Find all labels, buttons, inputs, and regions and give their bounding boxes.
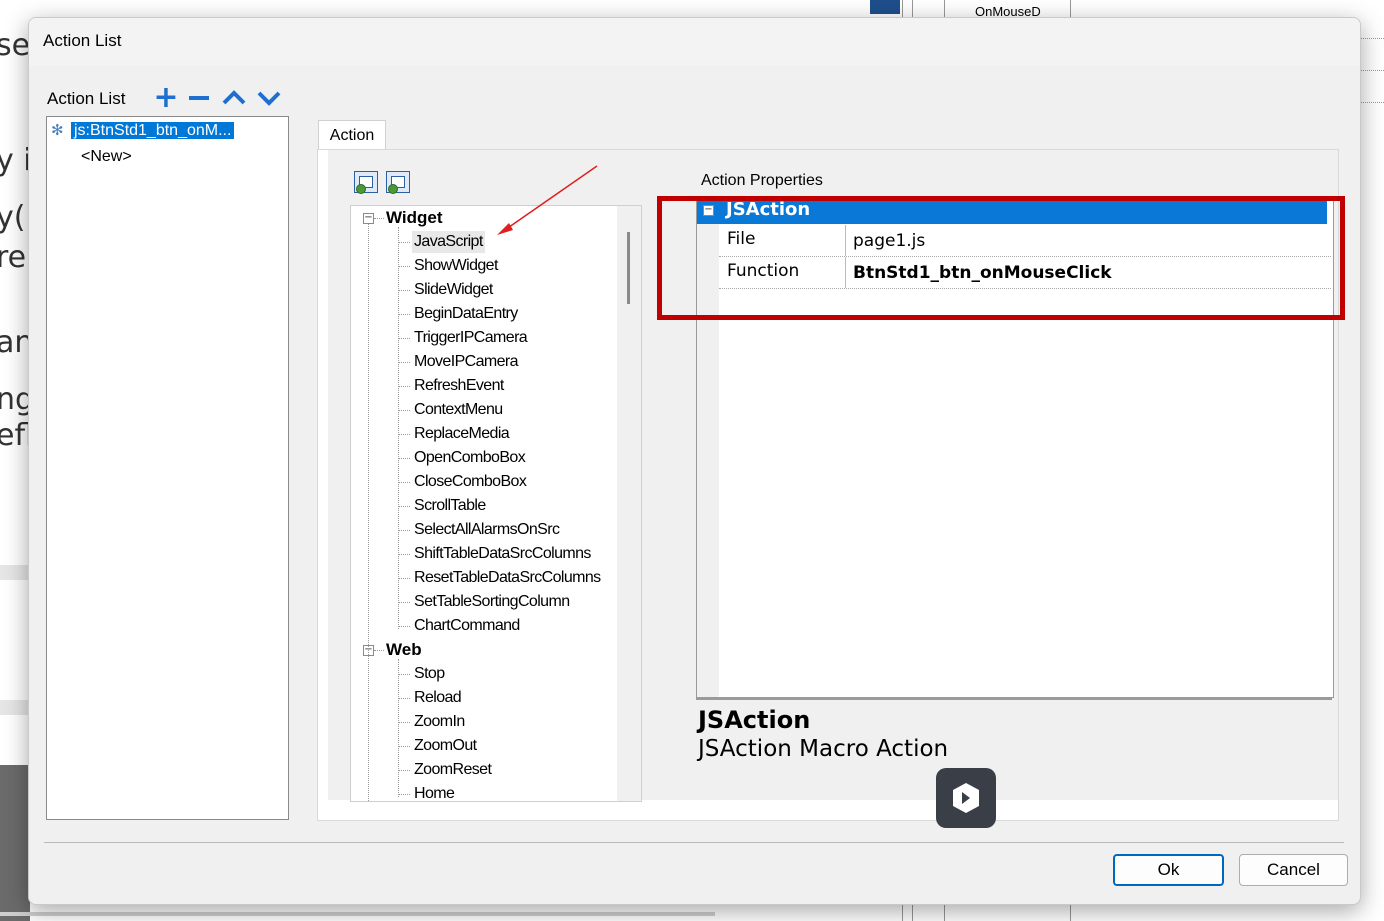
tree-connector [398, 530, 410, 531]
tree-connector [374, 650, 384, 651]
tree-connector [398, 554, 410, 555]
tree-connector [398, 386, 410, 387]
background-scrollbar[interactable] [0, 912, 715, 916]
action-list-item-new[interactable]: <New> [81, 146, 132, 168]
tree-item[interactable]: SelectAllAlarmsOnSrc [414, 519, 560, 541]
background-text: se [0, 28, 31, 63]
action-list-dialog: Action List Action List + ✻ js:BtnStd1_bt… [28, 17, 1361, 905]
tree-item[interactable]: ResetTableDataSrcColumns [414, 567, 601, 589]
background-text: y i [0, 143, 32, 178]
tree-connector [398, 362, 410, 363]
tree-item[interactable]: MoveIPCamera [414, 351, 519, 373]
background-row-line [1360, 102, 1384, 103]
tree-item[interactable]: ZoomReset [414, 759, 492, 781]
description-title: JSAction [698, 706, 811, 734]
tree-connector [398, 227, 399, 629]
tree-toolbar [354, 171, 418, 197]
cancel-button[interactable]: Cancel [1239, 854, 1348, 886]
tree-connector [398, 626, 410, 627]
tree-connector [398, 290, 410, 291]
action-properties-label: Action Properties [701, 172, 823, 189]
background-bar [0, 700, 30, 715]
tree-connector [398, 674, 410, 675]
expand-all-icon[interactable] [354, 171, 378, 194]
tree-connector [398, 434, 410, 435]
move-down-icon[interactable] [256, 84, 282, 112]
background-panel [0, 765, 30, 921]
tree-item[interactable]: ReplaceMedia [414, 423, 510, 445]
tree-connector [398, 578, 410, 579]
collapse-icon[interactable]: − [363, 213, 374, 224]
tree-item[interactable]: BeginDataEntry [414, 303, 518, 325]
collapse-all-icon[interactable] [386, 171, 410, 194]
background-strip [870, 0, 900, 14]
tree-connector [398, 458, 410, 459]
tree-connector [398, 410, 410, 411]
tree-connector [398, 722, 410, 723]
tree-item[interactable]: ChartCommand [414, 615, 520, 637]
tree-item[interactable]: ShiftTableDataSrcColumns [414, 543, 591, 565]
tree-item[interactable]: Reload [414, 687, 462, 709]
tree-connector [398, 659, 399, 797]
action-list-box[interactable]: ✻ js:BtnStd1_btn_onM... <New> [46, 116, 289, 820]
tree-scroll-thumb[interactable] [627, 232, 630, 304]
tree-connector [398, 338, 410, 339]
move-up-icon[interactable] [221, 84, 247, 112]
dialog-title: Action List [43, 31, 122, 50]
dialog-titlebar[interactable]: Action List [29, 18, 1360, 66]
background-text: y( [0, 200, 26, 235]
tree-connector [398, 506, 410, 507]
background-row-line [1360, 70, 1384, 71]
tree-item[interactable]: TriggerIPCamera [414, 327, 528, 349]
tree-connector [398, 698, 410, 699]
tree-connector [374, 218, 384, 219]
tree-connector [398, 602, 410, 603]
tree-group-widget[interactable]: Widget [386, 207, 443, 229]
dialog-separator [44, 842, 1344, 843]
tree-item[interactable]: SlideWidget [414, 279, 493, 301]
action-tree[interactable]: − Widget JavaScript ShowWidget SlideWidget Be… [350, 205, 642, 802]
highlight-box [657, 196, 1345, 320]
background-right-column [1360, 0, 1384, 921]
tree-item[interactable]: JavaScript [412, 231, 485, 253]
action-list-label: Action List [47, 89, 126, 108]
action-item-label: <New> [81, 148, 132, 165]
ok-button[interactable]: Ok [1113, 854, 1224, 886]
tree-item[interactable]: ContextMenu [414, 399, 503, 421]
tree-connector [398, 314, 410, 315]
tree-connector [398, 770, 410, 771]
tree-connector [398, 266, 410, 267]
tree-item[interactable]: ShowWidget [414, 255, 498, 277]
tab-action[interactable]: Action [318, 120, 386, 151]
add-icon[interactable]: + [153, 83, 179, 113]
background-row-line [1360, 38, 1384, 39]
gear-icon: ✻ [51, 122, 64, 139]
remove-icon[interactable] [186, 84, 212, 112]
tree-item[interactable]: Stop [414, 663, 445, 685]
tree-connector [398, 746, 410, 747]
tree-item[interactable]: SetTableSortingColumn [414, 591, 570, 613]
tree-item[interactable]: OpenComboBox [414, 447, 526, 469]
tree-scrollbar[interactable] [617, 206, 641, 801]
tree-connector [398, 482, 410, 483]
background-bar [0, 565, 30, 580]
tree-item[interactable]: CloseComboBox [414, 471, 527, 493]
property-description: JSAction JSAction Macro Action [696, 698, 1332, 800]
tree-connector [398, 242, 410, 243]
description-text: JSAction Macro Action [698, 736, 949, 762]
background-text: re [0, 240, 27, 275]
assistant-icon [953, 783, 979, 813]
tree-connector [398, 794, 410, 795]
tree-item[interactable]: RefreshEvent [414, 375, 504, 397]
tree-group-web[interactable]: Web [386, 639, 422, 661]
tree-connector [368, 224, 369, 801]
action-list-item[interactable]: ✻ js:BtnStd1_btn_onM... [51, 120, 235, 142]
tree-item[interactable]: ZoomOut [414, 735, 477, 757]
tree-item[interactable]: ZoomIn [414, 711, 465, 733]
floating-assistant-button[interactable] [936, 768, 996, 828]
tree-item[interactable]: ScrollTable [414, 495, 486, 517]
action-item-label: js:BtnStd1_btn_onM... [71, 122, 235, 139]
tree-item[interactable]: Home [414, 783, 455, 801]
